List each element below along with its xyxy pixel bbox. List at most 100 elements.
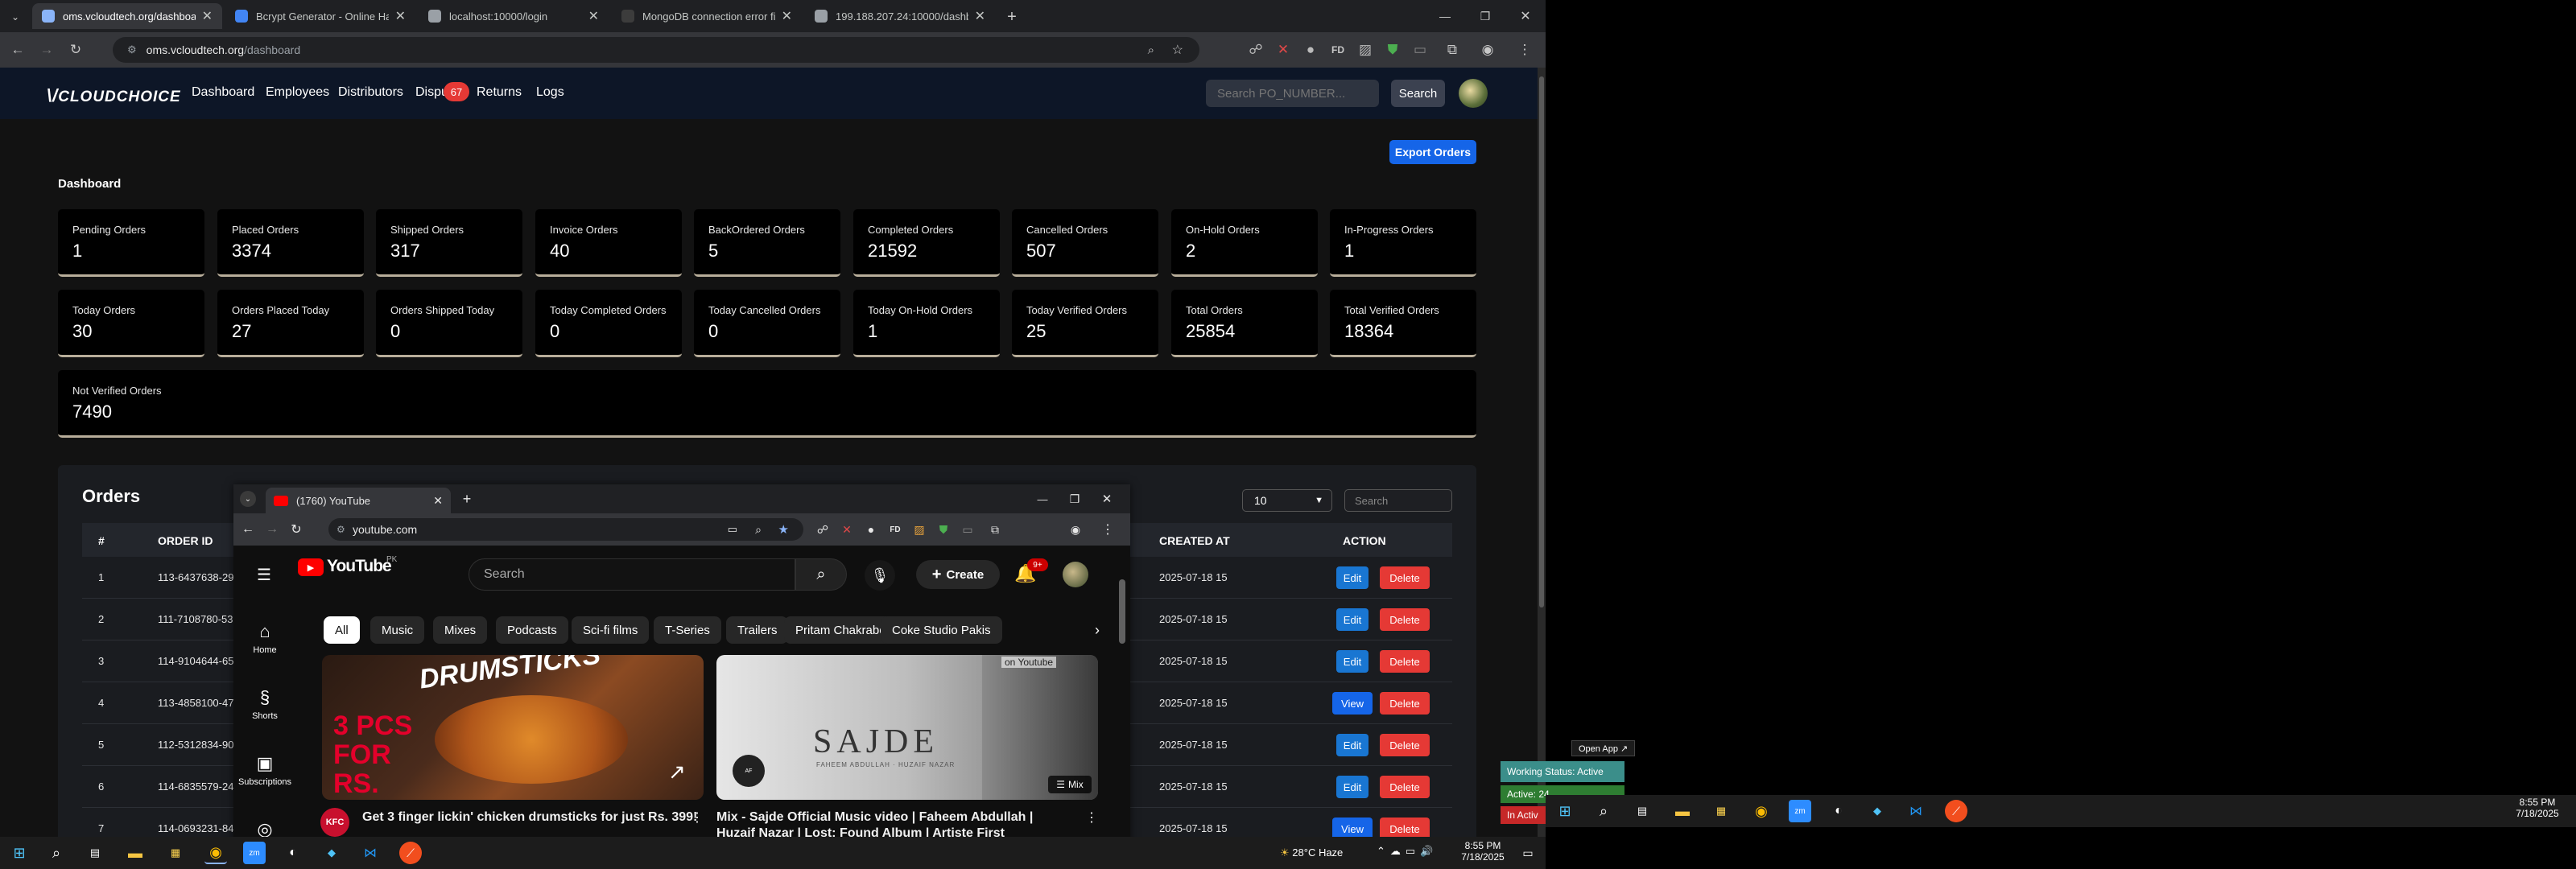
back-icon[interactable]: ← [238,520,258,539]
yt-avatar[interactable] [1063,562,1088,587]
close-tab-icon[interactable]: ✕ [395,8,406,24]
zoom-icon[interactable]: ⌕ [1148,43,1154,57]
tab-search-icon[interactable]: ⌄ [240,491,256,507]
extension-icon[interactable]: ⛊ [1381,39,1404,61]
view-button[interactable]: View [1332,692,1373,715]
yt-address-bar[interactable]: ⚙ youtube.com ▭ ⌕ ★ [328,518,803,541]
nav-logs[interactable]: Logs [536,85,564,100]
windows-start-icon[interactable]: ⊞ [8,842,31,864]
site-info-icon[interactable]: ⚙ [336,524,345,535]
edit-button[interactable]: Edit [1336,608,1368,631]
tab-bcrypt[interactable]: Bcrypt Generator - Online Hash ✕ [225,3,415,29]
chip-podcasts[interactable]: Podcasts [496,616,568,644]
vscode-icon[interactable]: ⋈ [1905,800,1927,822]
zoom-app-icon[interactable]: zm [243,842,266,864]
minimize-icon[interactable]: — [1433,5,1457,27]
extension-icon[interactable]: ☍ [813,520,832,539]
forward-icon[interactable]: → [35,39,58,61]
video-thumbnail[interactable]: SAJDE FAHEEM ABDULLAH · HUZAIF NAZAR on … [716,655,1098,800]
nav-returns[interactable]: Returns [477,85,522,100]
address-bar[interactable]: ⚙ oms.vcloudtech.org/dashboard ⌕ ☆ [113,37,1199,63]
bookmark-star-icon[interactable]: ☆ [1172,42,1183,58]
vscode-icon[interactable]: ⋈ [359,842,382,864]
close-window-icon[interactable]: ✕ [1095,488,1119,510]
delete-button[interactable]: Delete [1380,734,1430,756]
po-search-button[interactable]: Search [1391,80,1445,107]
tab-mongodb[interactable]: MongoDB connection error fix ✕ [612,3,802,29]
clock-2[interactable]: 8:55 PM 7/18/2025 [2512,797,2563,819]
delete-button[interactable]: Delete [1380,650,1430,673]
nav-employees[interactable]: Employees [266,85,329,100]
close-tab-icon[interactable]: ✕ [975,8,985,24]
extension-icon[interactable]: FD [886,520,905,539]
extension-icon[interactable]: ▨ [1354,39,1377,61]
chip-coke-studio-pakis[interactable]: Coke Studio Pakis [881,616,1002,644]
sidebar-home[interactable]: ⌂ Home [233,621,296,655]
search-icon[interactable]: ⌕ [45,842,68,864]
tab-search-icon[interactable]: ⌄ [6,8,24,26]
profile-icon[interactable]: ◉ [1476,39,1499,61]
edit-button[interactable]: Edit [1336,776,1368,798]
export-orders-button[interactable]: Export Orders [1389,140,1476,164]
search-icon[interactable]: ⌕ [795,558,847,591]
forward-icon[interactable]: → [262,520,282,539]
po-number-search-input[interactable] [1206,80,1379,107]
file-explorer-icon[interactable]: ▬ [1671,800,1694,822]
maximize-icon[interactable]: ❐ [1063,488,1087,510]
close-tab-icon[interactable]: ✕ [588,8,599,24]
maximize-icon[interactable]: ❐ [1473,5,1497,27]
chevron-right-icon[interactable]: › [1085,618,1109,642]
close-window-icon[interactable]: ✕ [1513,5,1538,27]
yt-scrollbar-thumb[interactable] [1119,579,1125,644]
extension-icon[interactable]: ● [861,520,881,539]
scrollbar-thumb[interactable] [1539,76,1544,607]
delete-button[interactable]: Delete [1380,566,1430,589]
nav-dashboard[interactable]: Dashboard [192,85,254,100]
clock[interactable]: 8:55 PM 7/18/2025 [1459,840,1507,863]
microphone-icon[interactable]: 🎙 [865,560,895,591]
menu-icon[interactable]: ⋮ [1098,520,1117,539]
chip-mixes[interactable]: Mixes [433,616,488,644]
more-options-icon[interactable]: ⋮ [691,809,704,826]
extension-icon[interactable]: ● [1299,39,1322,61]
extension-icon[interactable]: ⛊ [934,520,953,539]
extension-icon[interactable]: ✕ [1272,39,1294,61]
notification-center-icon[interactable]: ▭ [1517,842,1539,864]
yt-tab[interactable]: (1760) YouTube ✕ [266,488,451,513]
tab-oms-dashboard[interactable]: oms.vcloudtech.org/dashboard ✕ [32,3,222,29]
extensions-puzzle-icon[interactable]: ⧉ [985,520,1005,539]
youtube-logo-text[interactable]: YouTube [327,557,392,576]
delete-button[interactable]: Delete [1380,692,1430,715]
minimize-icon[interactable]: — [1030,488,1055,510]
table-search-input[interactable]: Search [1344,489,1452,512]
chip-trailers[interactable]: Trailers [726,616,789,644]
extension-icon[interactable]: ▨ [910,520,929,539]
extension-icon[interactable]: ☍ [1245,39,1267,61]
extensions-puzzle-icon[interactable]: ⧉ [1441,39,1463,61]
task-view-icon[interactable]: ▤ [1631,800,1653,822]
postman-icon[interactable]: ⟋ [1945,800,1967,822]
app-icon[interactable]: ◆ [320,842,343,864]
user-avatar[interactable] [1459,79,1488,108]
nav-distributors[interactable]: Distributors [338,85,403,100]
more-options-icon[interactable]: ⋮ [1085,809,1098,826]
file-explorer-icon[interactable]: ▬ [124,842,147,864]
chrome-icon[interactable]: ◉ [204,842,227,864]
close-tab-icon[interactable]: ✕ [433,494,443,508]
open-app-link[interactable]: Open App ↗ [1571,740,1636,756]
chip-t-series[interactable]: T-Series [654,616,721,644]
edit-button[interactable]: Edit [1336,734,1368,756]
delete-button[interactable]: Delete [1380,776,1430,798]
task-view-icon[interactable]: ▤ [84,842,106,864]
postman-icon[interactable]: ⟋ [399,842,422,864]
extension-icon[interactable]: ▭ [958,520,977,539]
extension-icon[interactable]: ▭ [1409,39,1431,61]
per-page-select[interactable]: 10 ▼ [1242,489,1332,512]
yt-search-input[interactable]: Search [469,558,795,591]
sidebar-subscriptions[interactable]: ▣ Subscriptions [233,753,296,787]
chip-all[interactable]: All [324,616,360,644]
app-icon[interactable]: ◐ [1827,800,1850,822]
search-icon[interactable]: ⌕ [1592,800,1615,822]
app-icon[interactable]: ◆ [1866,800,1889,822]
video-thumbnail[interactable]: DRUMSTICKS 3 PCS FOR RS. 399 ↗ [322,655,704,800]
